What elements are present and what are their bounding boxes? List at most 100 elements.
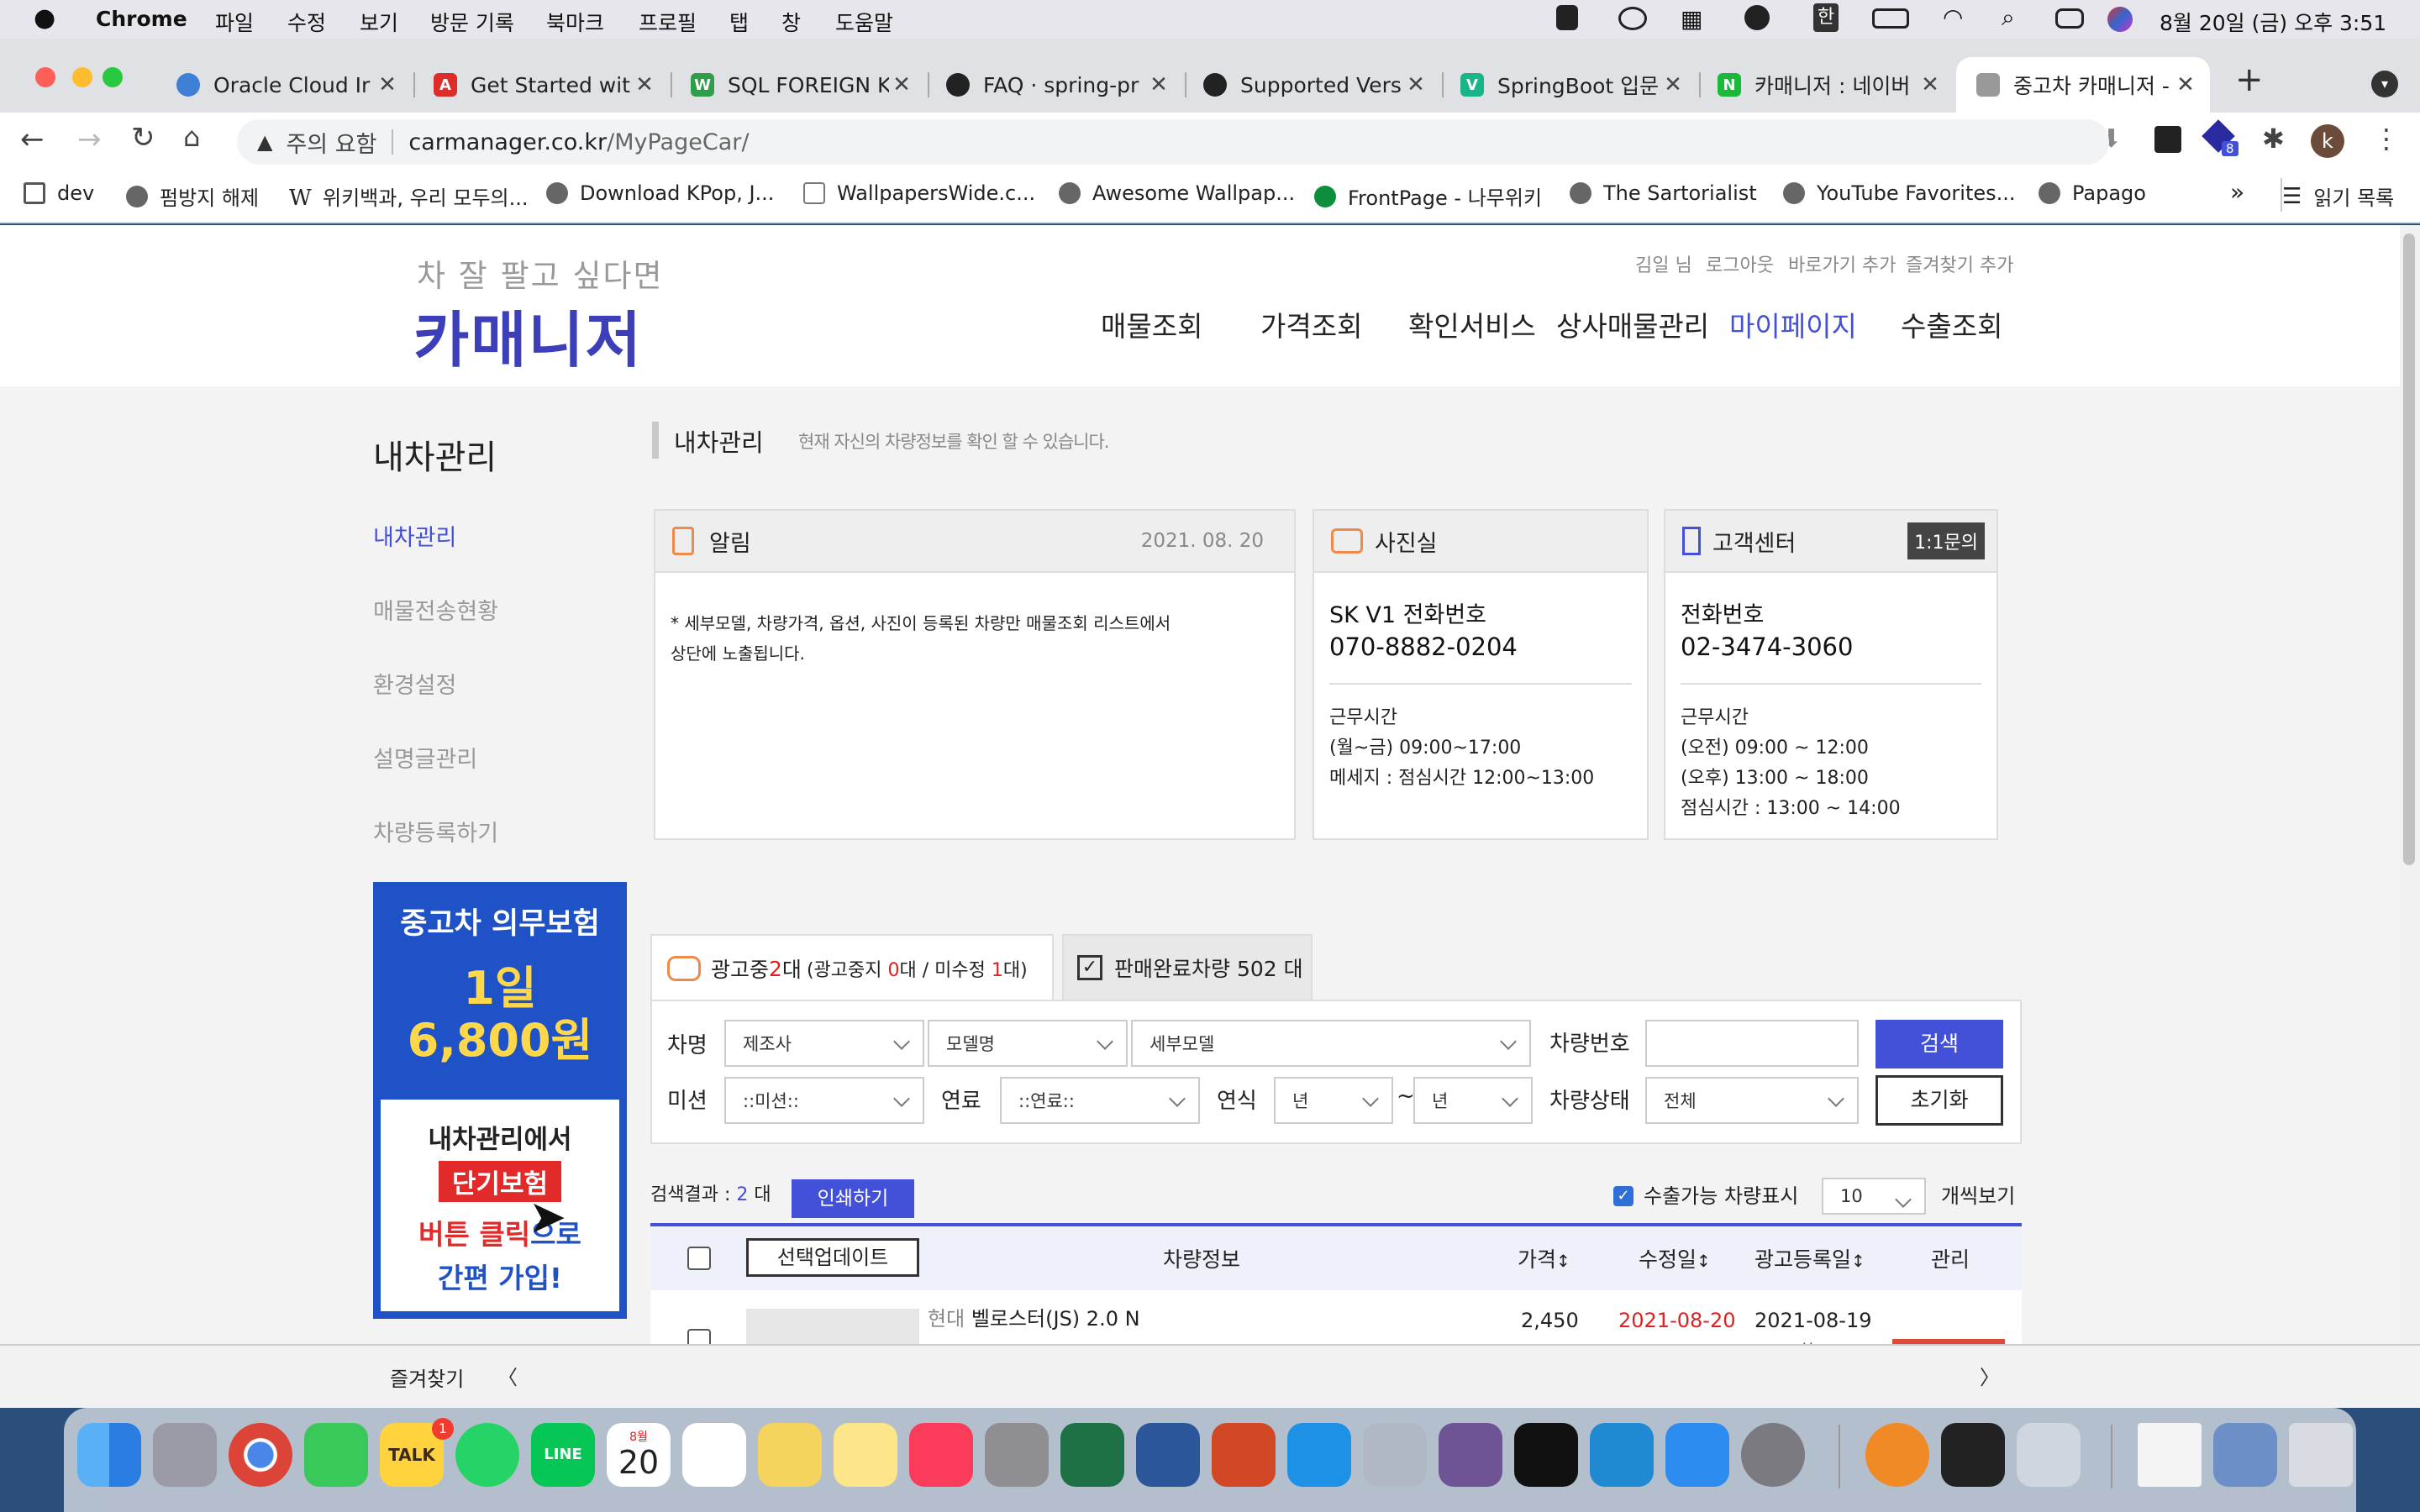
- plate-number-input[interactable]: [1645, 1020, 1859, 1067]
- year-to-select[interactable]: 년: [1413, 1077, 1533, 1124]
- bookmark-item[interactable]: YouTube Favorites...: [1783, 181, 2016, 205]
- line-icon[interactable]: LINE: [531, 1423, 595, 1487]
- inquiry-button[interactable]: 1:1문의: [1907, 522, 1985, 559]
- favorites-next-icon[interactable]: 〉: [1980, 1361, 2000, 1390]
- affinity-icon[interactable]: [1941, 1423, 2005, 1487]
- fuel-select[interactable]: ::연료::: [1000, 1077, 1200, 1124]
- model-select[interactable]: 모델명: [928, 1020, 1128, 1067]
- car-title[interactable]: 현대 벨로스터(JS) 2.0 N: [928, 1302, 1140, 1331]
- tab-close-icon[interactable]: ✕: [1918, 72, 1943, 97]
- terminal-icon[interactable]: [1514, 1423, 1578, 1487]
- notes-icon[interactable]: [834, 1423, 897, 1487]
- reminders-icon[interactable]: [682, 1423, 746, 1487]
- favorites-prev-icon[interactable]: 〈: [497, 1361, 518, 1390]
- menu-app-name[interactable]: Chrome: [96, 7, 187, 31]
- browser-tab[interactable]: N 카매니저 : 네이버 ✕: [1718, 57, 1943, 113]
- row-checkbox[interactable]: [687, 1329, 711, 1344]
- pdf-document-icon[interactable]: [2138, 1423, 2202, 1487]
- preview-icon[interactable]: [2017, 1423, 2081, 1487]
- control-center-icon[interactable]: [2055, 8, 2084, 29]
- browser-tab[interactable]: A Get Started wit ✕: [434, 57, 657, 113]
- export-checkbox[interactable]: ✓: [1613, 1186, 1634, 1206]
- window-close-icon[interactable]: [35, 67, 55, 87]
- tab-close-icon[interactable]: ✕: [889, 72, 914, 97]
- apple-icon[interactable]: ●: [34, 3, 55, 33]
- reading-list[interactable]: ☰ 읽기 목록: [2282, 181, 2394, 211]
- music-icon[interactable]: [909, 1423, 973, 1487]
- messenger-status-icon[interactable]: [1744, 5, 1770, 30]
- menu-file[interactable]: 파일: [215, 7, 254, 37]
- status-select[interactable]: 전체: [1645, 1077, 1859, 1124]
- nav-listings[interactable]: 매물조회: [1101, 304, 1202, 344]
- window-minimize-icon[interactable]: [72, 67, 92, 87]
- nav-verify[interactable]: 확인서비스: [1408, 304, 1536, 344]
- mission-select[interactable]: ::미션::: [724, 1077, 924, 1124]
- launchpad-icon[interactable]: [153, 1423, 217, 1487]
- status-app-icon[interactable]: [1556, 5, 1578, 30]
- siri-icon[interactable]: [2107, 7, 2133, 32]
- chrome-menu-icon[interactable]: ⋮: [2373, 123, 2400, 155]
- browser-tab[interactable]: V SpringBoot 입문 ✕: [1460, 57, 1686, 113]
- bookmark-item[interactable]: 펌방지 해제: [126, 181, 259, 211]
- calendar-icon[interactable]: 8월 20: [607, 1423, 671, 1487]
- docker-status-icon[interactable]: ▦: [1681, 5, 1702, 33]
- profile-avatar[interactable]: k: [2311, 124, 2344, 158]
- cloud-sync-icon[interactable]: [1618, 7, 1647, 30]
- downloads-stack-icon[interactable]: [2213, 1423, 2277, 1487]
- dictionary-extension-icon[interactable]: [2154, 126, 2181, 153]
- security-warning-label[interactable]: 주의 요함: [286, 126, 376, 159]
- insurance-banner[interactable]: 중고차 의무보험 1일 6,800원 내차관리에서 단기보험 버튼 클릭으로 간…: [373, 882, 627, 1319]
- print-button[interactable]: 인쇄하기: [792, 1179, 914, 1218]
- car-thumbnail[interactable]: [746, 1309, 919, 1344]
- extensions-puzzle-icon[interactable]: ✱: [2262, 123, 2285, 155]
- spotlight-search-icon[interactable]: ⌕: [2002, 3, 2015, 32]
- nav-export[interactable]: 수출조회: [1901, 304, 2002, 344]
- menu-view[interactable]: 보기: [360, 7, 398, 37]
- menu-profile[interactable]: 프로필: [639, 7, 697, 37]
- excel-icon[interactable]: [1060, 1423, 1124, 1487]
- menu-history[interactable]: 방문 기록: [430, 7, 514, 37]
- menu-bookmarks[interactable]: 북마크: [546, 7, 604, 37]
- forward-icon[interactable]: →: [77, 123, 102, 156]
- selected-update-button[interactable]: 선택업데이트: [746, 1238, 919, 1277]
- browser-tab[interactable]: W SQL FOREIGN K ✕: [691, 57, 914, 113]
- tab-sold[interactable]: ✓ 판매완료차량 502 대: [1062, 934, 1313, 1001]
- menu-tab[interactable]: 탭: [729, 7, 749, 37]
- reset-button[interactable]: 초기화: [1876, 1075, 2003, 1126]
- sidebar-item-transfer-status[interactable]: 매물전송현황: [373, 593, 498, 626]
- tab-close-icon[interactable]: ✕: [632, 72, 657, 97]
- battery-icon[interactable]: [1872, 8, 1909, 29]
- menu-datetime[interactable]: 8월 20일 (금) 오후 3:51: [2160, 7, 2386, 37]
- tab-close-icon[interactable]: ✕: [2173, 72, 2198, 97]
- maker-select[interactable]: 제조사: [724, 1020, 924, 1067]
- page-scrollbar[interactable]: [2400, 225, 2420, 1344]
- bookmark-item[interactable]: Awesome Wallpap...: [1059, 181, 1295, 205]
- menu-edit[interactable]: 수정: [287, 7, 326, 37]
- col-price[interactable]: 가격↕: [1518, 1243, 1570, 1273]
- input-source-icon[interactable]: 한: [1813, 3, 1839, 32]
- per-page-select[interactable]: 10: [1822, 1178, 1926, 1215]
- home-icon[interactable]: ⌂: [183, 121, 200, 153]
- bookmark-item[interactable]: The Sartorialist: [1570, 181, 1757, 205]
- select-all-checkbox[interactable]: [687, 1247, 711, 1270]
- trash-icon[interactable]: [2289, 1423, 2353, 1487]
- sidebar-item-mycar[interactable]: 내차관리: [373, 519, 456, 552]
- app-store-icon[interactable]: [1665, 1423, 1729, 1487]
- site-logo[interactable]: 카매니저: [413, 291, 643, 379]
- browser-tab-active[interactable]: 중고차 카매니저 - ✕: [1956, 57, 2210, 113]
- stickies-icon[interactable]: [758, 1423, 822, 1487]
- docker-icon[interactable]: [1287, 1423, 1351, 1487]
- github-desktop-icon[interactable]: [1439, 1423, 1502, 1487]
- tab-close-icon[interactable]: ✕: [375, 72, 400, 97]
- tab-advertising[interactable]: 광고중 2대 (광고중지 0대 / 미수정 1대): [650, 934, 1054, 1001]
- browser-tab[interactable]: FAQ · spring-pr ✕: [946, 57, 1171, 113]
- tab-close-icon[interactable]: ✕: [1146, 72, 1171, 97]
- col-modified[interactable]: 수정일↕: [1639, 1243, 1711, 1273]
- scrollbar-thumb[interactable]: [2403, 234, 2415, 865]
- sidebar-item-descriptions[interactable]: 설명글관리: [373, 741, 477, 774]
- system-preferences-icon[interactable]: [1741, 1423, 1805, 1487]
- logout-link[interactable]: 로그아웃: [1706, 250, 1774, 277]
- add-favorite-link[interactable]: 즐겨찾기 추가: [1906, 250, 2013, 277]
- back-icon[interactable]: ←: [20, 123, 45, 156]
- finder-icon[interactable]: [77, 1423, 141, 1487]
